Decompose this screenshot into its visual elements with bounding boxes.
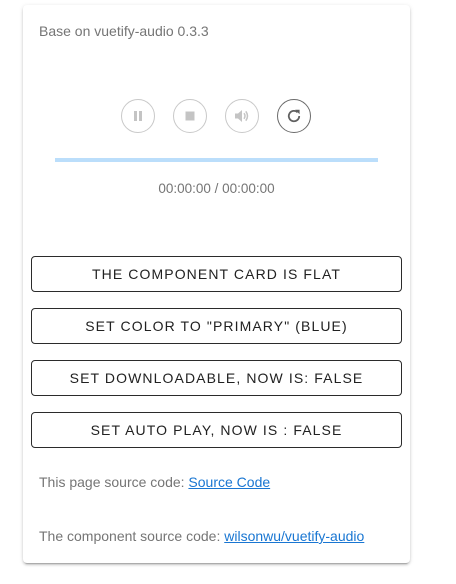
- page-source-label: This page source code:: [39, 474, 189, 490]
- refresh-icon: [285, 107, 303, 125]
- autoplay-button[interactable]: Set auto play, now is : false: [31, 412, 402, 448]
- audio-player-card: Base on vuetify-audio 0.3.3 00:00:00 / 0…: [23, 5, 410, 563]
- page-source-link[interactable]: Source Code: [188, 474, 270, 490]
- volume-icon: [233, 107, 251, 125]
- component-source-label: The component source code:: [39, 528, 225, 544]
- page-source-line: This page source code: Source Code: [39, 474, 270, 490]
- stop-icon: [183, 109, 197, 123]
- downloadable-button[interactable]: Set downloadable, now is: false: [31, 360, 402, 396]
- set-color-button[interactable]: Set color to "primary" (blue): [31, 308, 402, 344]
- mute-button[interactable]: [225, 99, 259, 133]
- pause-icon: [131, 109, 145, 123]
- player-controls: [23, 99, 410, 135]
- pause-button[interactable]: [121, 99, 155, 133]
- stop-button[interactable]: [173, 99, 207, 133]
- card-title: Base on vuetify-audio 0.3.3: [39, 23, 209, 39]
- component-source-line: The component source code: wilsonwu/vuet…: [39, 528, 364, 544]
- component-source-link[interactable]: wilsonwu/vuetify-audio: [224, 528, 364, 544]
- card-flat-button[interactable]: The component card is flat: [31, 256, 402, 292]
- time-display: 00:00:00 / 00:00:00: [158, 181, 275, 196]
- reload-button[interactable]: [277, 99, 311, 133]
- audio-progress-bar[interactable]: [55, 158, 378, 162]
